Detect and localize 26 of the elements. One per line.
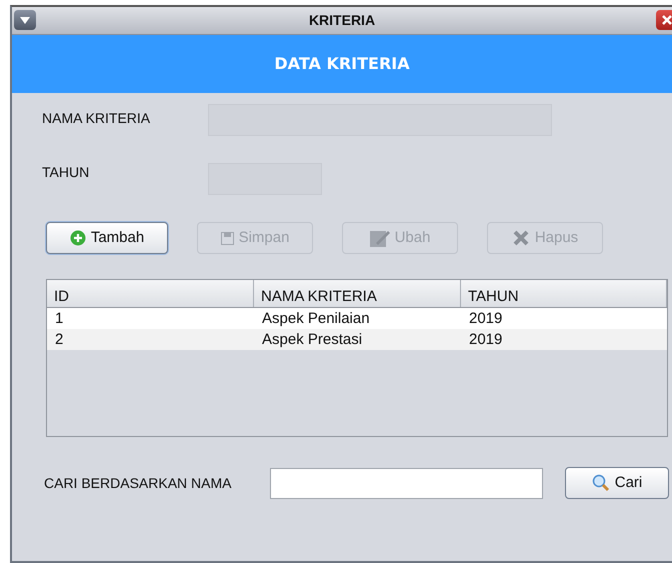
field-label: NAMA KRITERIA	[42, 108, 152, 128]
table-cell-text: 2	[54, 330, 64, 350]
column-header[interactable]: NAMA KRITERIA	[254, 280, 461, 307]
field-label: TAHUN	[42, 162, 90, 182]
search-icon	[592, 474, 610, 492]
window-title: KRITERIA	[308, 11, 376, 30]
search-label: CARI BERDASARKAN NAMA	[44, 474, 232, 492]
close-icon	[661, 14, 672, 26]
table-cell-text: Aspek Prestasi	[261, 330, 364, 350]
cross-icon	[512, 230, 530, 246]
table-cell-text: 2019	[468, 309, 504, 329]
note-pencil-icon	[370, 229, 390, 247]
close-button[interactable]	[656, 10, 672, 30]
table-cell-text: 1	[54, 309, 64, 329]
column-header[interactable]: TAHUN	[461, 280, 667, 307]
table-cell-text: Aspek Penilaian	[261, 309, 371, 329]
search-field[interactable]	[270, 468, 543, 498]
form-header: DATA KRITERIA	[12, 35, 672, 93]
plus-icon	[70, 230, 86, 246]
caret-down-icon	[20, 16, 30, 24]
window-menu-button[interactable]	[14, 10, 36, 30]
action-button[interactable]: Tambah	[46, 222, 168, 254]
column-header[interactable]: ID	[47, 280, 254, 307]
floppy-icon	[220, 232, 234, 244]
search-button[interactable]: Cari	[565, 467, 669, 499]
table-cell-text: 2019	[468, 330, 504, 350]
